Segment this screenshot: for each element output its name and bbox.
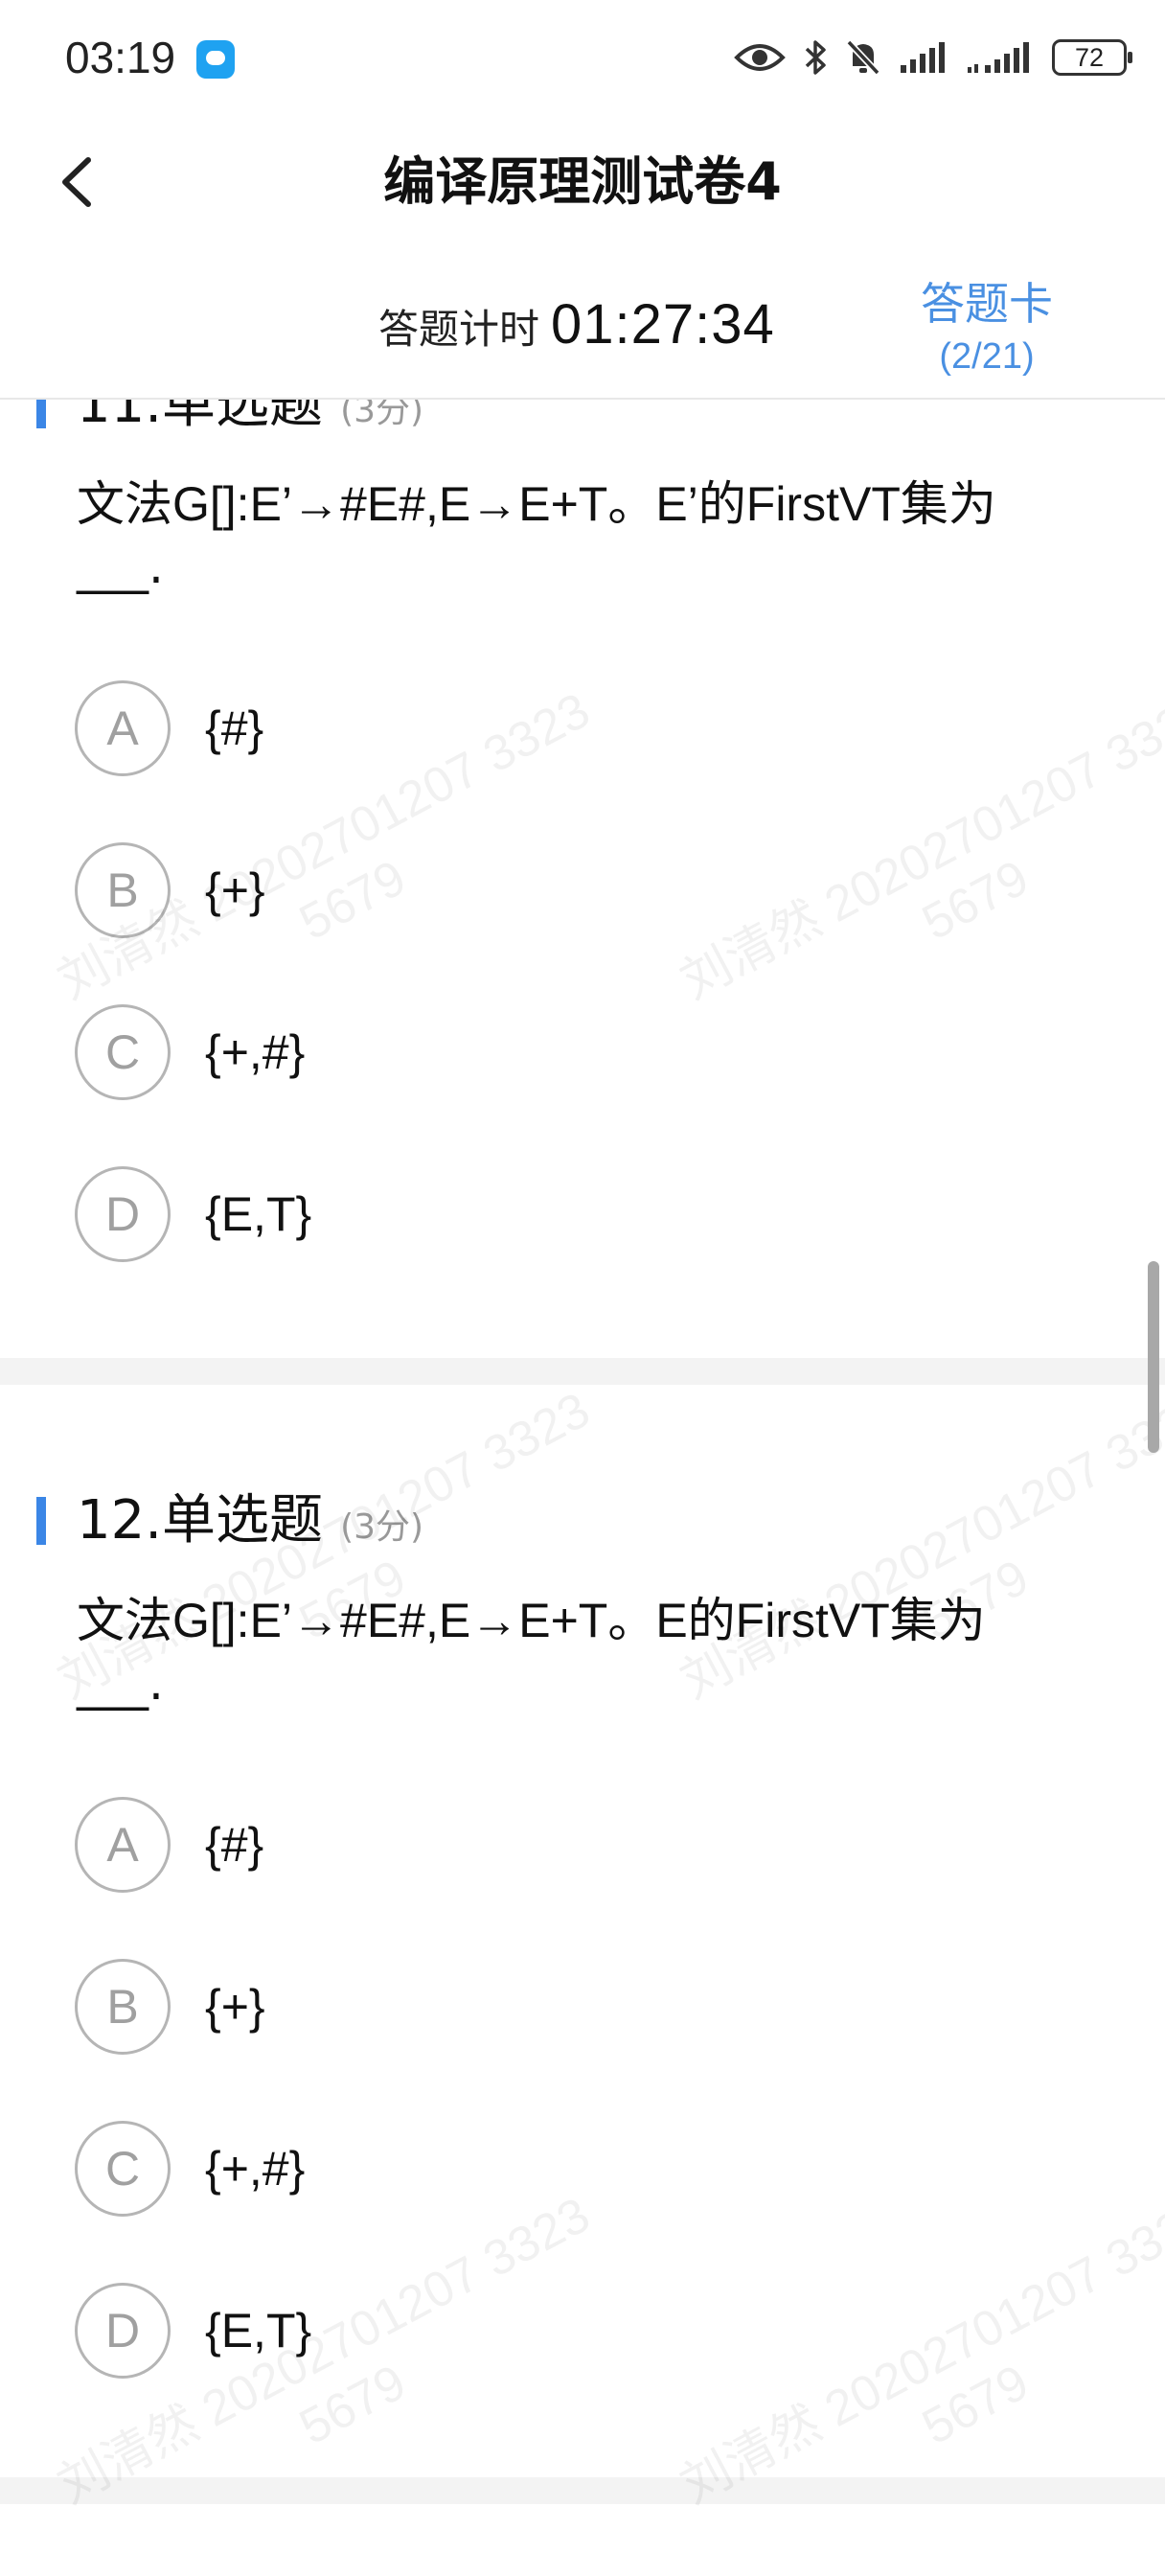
question-blank: ___.	[77, 1655, 164, 1711]
watermark: 刘清然 20202701207 3323 5679	[671, 1380, 1165, 1766]
option-a[interactable]: A {#}	[75, 1797, 1033, 1897]
answer-card-button[interactable]: 答题卡 (2/21)	[901, 275, 1073, 380]
option-text: {+}	[205, 1980, 265, 2034]
option-d[interactable]: D {E,T}	[75, 2283, 1033, 2382]
question-type: 12.单选题	[77, 1489, 324, 1552]
answer-card-label: 答题卡	[921, 278, 1053, 330]
option-a[interactable]: A {#}	[75, 680, 1033, 780]
timer-value: 01:27:34	[551, 293, 775, 356]
option-letter-circle[interactable]: A	[75, 1797, 171, 1893]
option-text: {+}	[205, 863, 265, 917]
question-title: 12.单选题 (3分)	[77, 1485, 423, 1563]
option-letter-circle[interactable]: C	[75, 1004, 171, 1100]
question-text: 文法G[]:E’→#E#,E→E+T。E的FirstVT集为	[77, 1594, 986, 1647]
question-separator	[0, 2477, 1165, 2504]
option-letter-circle[interactable]: D	[75, 1166, 171, 1262]
timer-bar: 答题计时 01:27:34 答题卡 (2/21)	[0, 254, 1165, 400]
option-b[interactable]: B {+}	[75, 842, 1033, 942]
option-letter-circle[interactable]: C	[75, 2121, 171, 2217]
option-letter-circle[interactable]: B	[75, 842, 171, 938]
question-blank: ___.	[77, 539, 164, 594]
option-letter-circle[interactable]: B	[75, 1959, 171, 2055]
option-d[interactable]: D {E,T}	[75, 1166, 1033, 1266]
option-letter-circle[interactable]: A	[75, 680, 171, 776]
answer-timer: 答题计时 01:27:34	[378, 292, 775, 356]
option-text: {E,T}	[205, 2304, 312, 2358]
option-b[interactable]: B {+}	[75, 1959, 1033, 2058]
option-text: {+,#}	[205, 2142, 306, 2196]
question-header: 12.单选题 (3分)	[0, 1485, 1165, 1552]
option-c[interactable]: C {+,#}	[75, 2121, 1033, 2220]
question-text: 文法G[]:E’→#E#,E→E+T。E’的FirstVT集为	[77, 477, 996, 531]
answer-card-progress: (2/21)	[939, 336, 1035, 377]
option-c[interactable]: C {+,#}	[75, 1004, 1033, 1104]
scrollbar-thumb[interactable]	[1148, 1261, 1159, 1453]
timer-label: 答题计时	[378, 306, 540, 353]
option-text: {#}	[205, 702, 264, 755]
question-score: (3分)	[340, 1507, 424, 1547]
option-letter-circle[interactable]: D	[75, 2283, 171, 2379]
option-text: {#}	[205, 1818, 264, 1872]
option-text: {E,T}	[205, 1187, 312, 1241]
question-accent-bar	[36, 1497, 46, 1545]
option-text: {+,#}	[205, 1025, 306, 1079]
question-separator	[0, 1358, 1165, 1385]
